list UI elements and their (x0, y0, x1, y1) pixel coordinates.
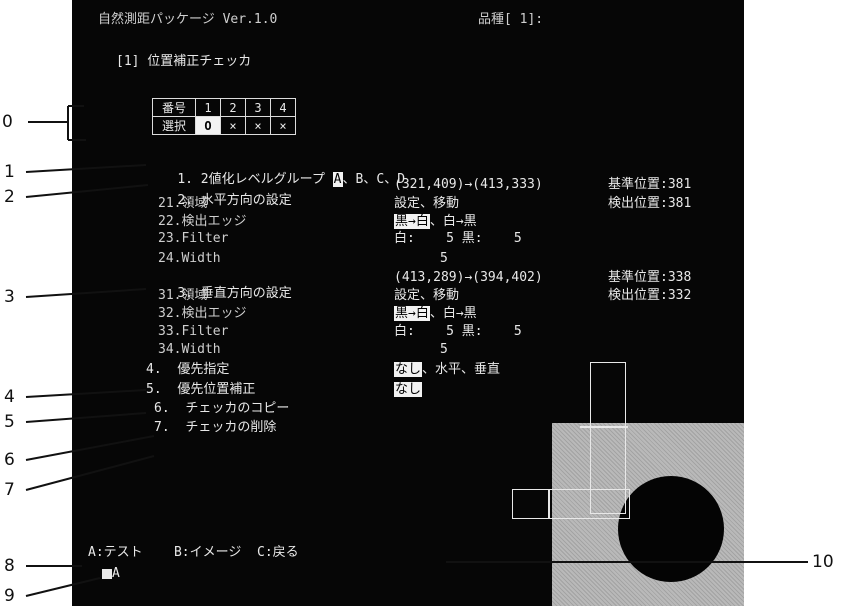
callout-2: 2 (4, 187, 15, 207)
callout-line-0 (28, 105, 86, 141)
callout-line-5 (25, 412, 147, 423)
callout-line-9 (25, 577, 101, 597)
callout-8: 8 (4, 556, 15, 576)
callout-line-3 (25, 288, 147, 298)
callout-1: 1 (4, 162, 15, 182)
callout-0: 0 (2, 112, 13, 132)
callout-line-1 (25, 164, 147, 173)
callout-3: 3 (4, 287, 15, 307)
callout-line-2 (25, 184, 149, 198)
callout-7: 7 (4, 480, 15, 500)
callout-4: 4 (4, 387, 15, 407)
callout-9: 9 (4, 586, 15, 606)
callout-10: 10 (812, 552, 834, 572)
callout-line-4 (25, 389, 147, 398)
callout-6: 6 (4, 450, 15, 470)
callout-line-7 (25, 455, 155, 491)
callout-lines (25, 105, 808, 597)
callout-line-6 (25, 435, 155, 461)
callout-5: 5 (4, 412, 15, 432)
